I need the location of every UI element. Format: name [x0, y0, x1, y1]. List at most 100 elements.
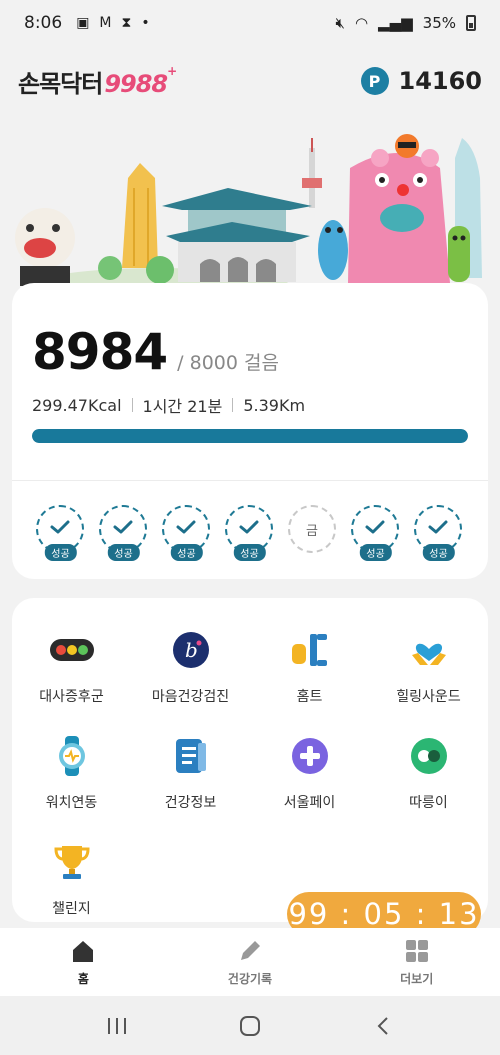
logo-plus: + — [167, 63, 177, 78]
nav-health-record[interactable]: 건강기록 — [167, 928, 334, 996]
trophy-icon — [50, 840, 94, 884]
menu-item-trophy[interactable]: 챌린지 — [12, 840, 131, 918]
menu-item-heart-hands[interactable]: 힐링사운드 — [369, 628, 488, 706]
success-badge: 성공 — [107, 544, 140, 561]
menu-item-label: 힐링사운드 — [396, 689, 461, 705]
nav-health-record-label: 건강기록 — [227, 971, 273, 986]
bike-icon — [407, 734, 451, 778]
menu-item-bike[interactable]: 따릉이 — [369, 734, 488, 812]
recent-apps-icon — [107, 1017, 126, 1034]
back-chevron-icon — [377, 1016, 389, 1035]
nav-home[interactable]: 홈 — [0, 928, 167, 996]
nav-more-label: 더보기 — [400, 971, 434, 986]
week-day-status: 성공 — [414, 505, 463, 561]
stats-divider — [232, 398, 234, 412]
dumbbell-icon — [288, 628, 332, 672]
document-icon — [169, 734, 213, 778]
menu-item-label: 건강정보 — [164, 795, 217, 811]
hourglass-notification-icon: ⧗ — [121, 15, 132, 31]
watch-icon — [50, 734, 94, 778]
service-menu-card: 대사증후군 b 마음건강검진 홈트 힐링사운드워치연동 건강정보 서울페이 따릉이챌린지 — [12, 598, 488, 922]
menu-item-label: 마음건강검진 — [151, 689, 230, 705]
check-icon — [238, 519, 260, 539]
app-logo: 손목닥터9988+ — [18, 63, 177, 99]
service-menu-grid: 대사증후군 b 마음건강검진 홈트 힐링사운드워치연동 건강정보 서울페이 따릉이챌린지 — [12, 628, 488, 918]
app-header: 손목닥터9988+ P 14160 — [0, 58, 500, 104]
day-label: 금 — [306, 523, 318, 539]
menu-item-label: 따릉이 — [409, 795, 448, 811]
points-display[interactable]: P 14160 — [360, 67, 483, 95]
dot-notification-icon: • — [141, 15, 150, 31]
logo-number: 9988 — [104, 69, 168, 98]
status-time: 8:06 — [24, 13, 63, 33]
step-summary-card[interactable]: 8984 / 8000 걸음 299.47Kcal 1시간 21분 5.39Km… — [12, 283, 488, 579]
week-day-status: 성공 — [99, 505, 148, 561]
step-progress-bar — [32, 429, 468, 443]
success-badge: 성공 — [359, 544, 392, 561]
step-progress-fill — [32, 429, 468, 443]
menu-item-document[interactable]: 건강정보 — [131, 734, 250, 812]
mind-b-icon: b — [169, 628, 213, 672]
check-icon — [364, 519, 386, 539]
week-day-status: 성공 — [36, 505, 85, 561]
menu-item-plus-circle[interactable]: 서울페이 — [250, 734, 369, 812]
success-badge: 성공 — [422, 544, 455, 561]
weekly-status-row: 성공 성공 성공 성공 금성공 성공 — [36, 505, 463, 561]
mute-icon: 🔇︎ — [335, 14, 345, 32]
menu-item-label: 챌린지 — [52, 901, 91, 917]
blog-notification-icon: ▣ — [76, 15, 90, 31]
stats-divider — [131, 398, 133, 412]
home-icon — [73, 940, 94, 962]
grid-icon — [405, 939, 428, 962]
status-bar: 8:06 ▣ M ⧗ • 🔇︎ ◠ ▂▄▆ 35% — [0, 0, 500, 46]
logo-text: 손목닥터 — [18, 69, 103, 98]
nav-more[interactable]: 더보기 — [333, 928, 500, 996]
back-button[interactable] — [363, 1006, 403, 1046]
menu-item-label: 대사증후군 — [39, 689, 104, 705]
step-stats: 299.47Kcal 1시간 21분 5.39Km — [32, 393, 305, 417]
points-value: 14160 — [398, 67, 483, 95]
recent-apps-button[interactable] — [97, 1006, 137, 1046]
home-circle-icon — [239, 1015, 260, 1036]
system-nav-bar — [0, 996, 500, 1055]
pencil-icon — [241, 940, 260, 960]
check-icon — [112, 519, 134, 539]
card-divider — [12, 480, 488, 481]
success-badge: 성공 — [233, 544, 266, 561]
battery-percent: 35% — [422, 14, 456, 32]
week-day-status: 성공 — [162, 505, 211, 561]
menu-item-label: 홈트 — [296, 689, 323, 705]
steps-row: 8984 / 8000 걸음 — [32, 323, 279, 381]
step-count: 8984 — [32, 323, 168, 381]
menu-item-label: 워치연동 — [45, 795, 98, 811]
check-icon — [427, 519, 449, 539]
battery-icon — [466, 15, 476, 31]
traffic-light-icon — [49, 628, 94, 672]
check-icon — [175, 519, 197, 539]
menu-item-dumbbell[interactable]: 홈트 — [250, 628, 369, 706]
menu-item-mind-b[interactable]: b 마음건강검진 — [131, 628, 250, 706]
points-icon: P — [360, 67, 389, 95]
check-icon — [49, 519, 71, 539]
svg-text:b: b — [185, 638, 198, 662]
success-badge: 성공 — [170, 544, 203, 561]
menu-item-watch[interactable]: 워치연동 — [12, 734, 131, 812]
step-goal: / 8000 걸음 — [177, 352, 279, 374]
success-badge: 성공 — [44, 544, 77, 561]
duration-value: 1시간 21분 — [142, 397, 223, 416]
signal-icon: ▂▄▆ — [378, 14, 413, 32]
home-system-button[interactable] — [230, 1006, 270, 1046]
seoul-landmarks-banner — [0, 118, 500, 288]
menu-item-label: 서울페이 — [283, 795, 336, 811]
menu-item-traffic-light[interactable]: 대사증후군 — [12, 628, 131, 706]
bottom-nav: 홈 건강기록 더보기 — [0, 928, 500, 996]
nav-home-label: 홈 — [77, 971, 89, 986]
distance-value: 5.39Km — [243, 395, 306, 415]
plus-circle-icon — [288, 734, 332, 778]
calories-value: 299.47Kcal — [32, 395, 122, 415]
week-day-status: 금 — [288, 505, 337, 561]
week-day-status: 성공 — [225, 505, 274, 561]
day-ring-pending: 금 — [288, 505, 336, 553]
wifi-icon: ◠ — [354, 14, 369, 32]
gmail-notification-icon: M — [99, 15, 112, 31]
